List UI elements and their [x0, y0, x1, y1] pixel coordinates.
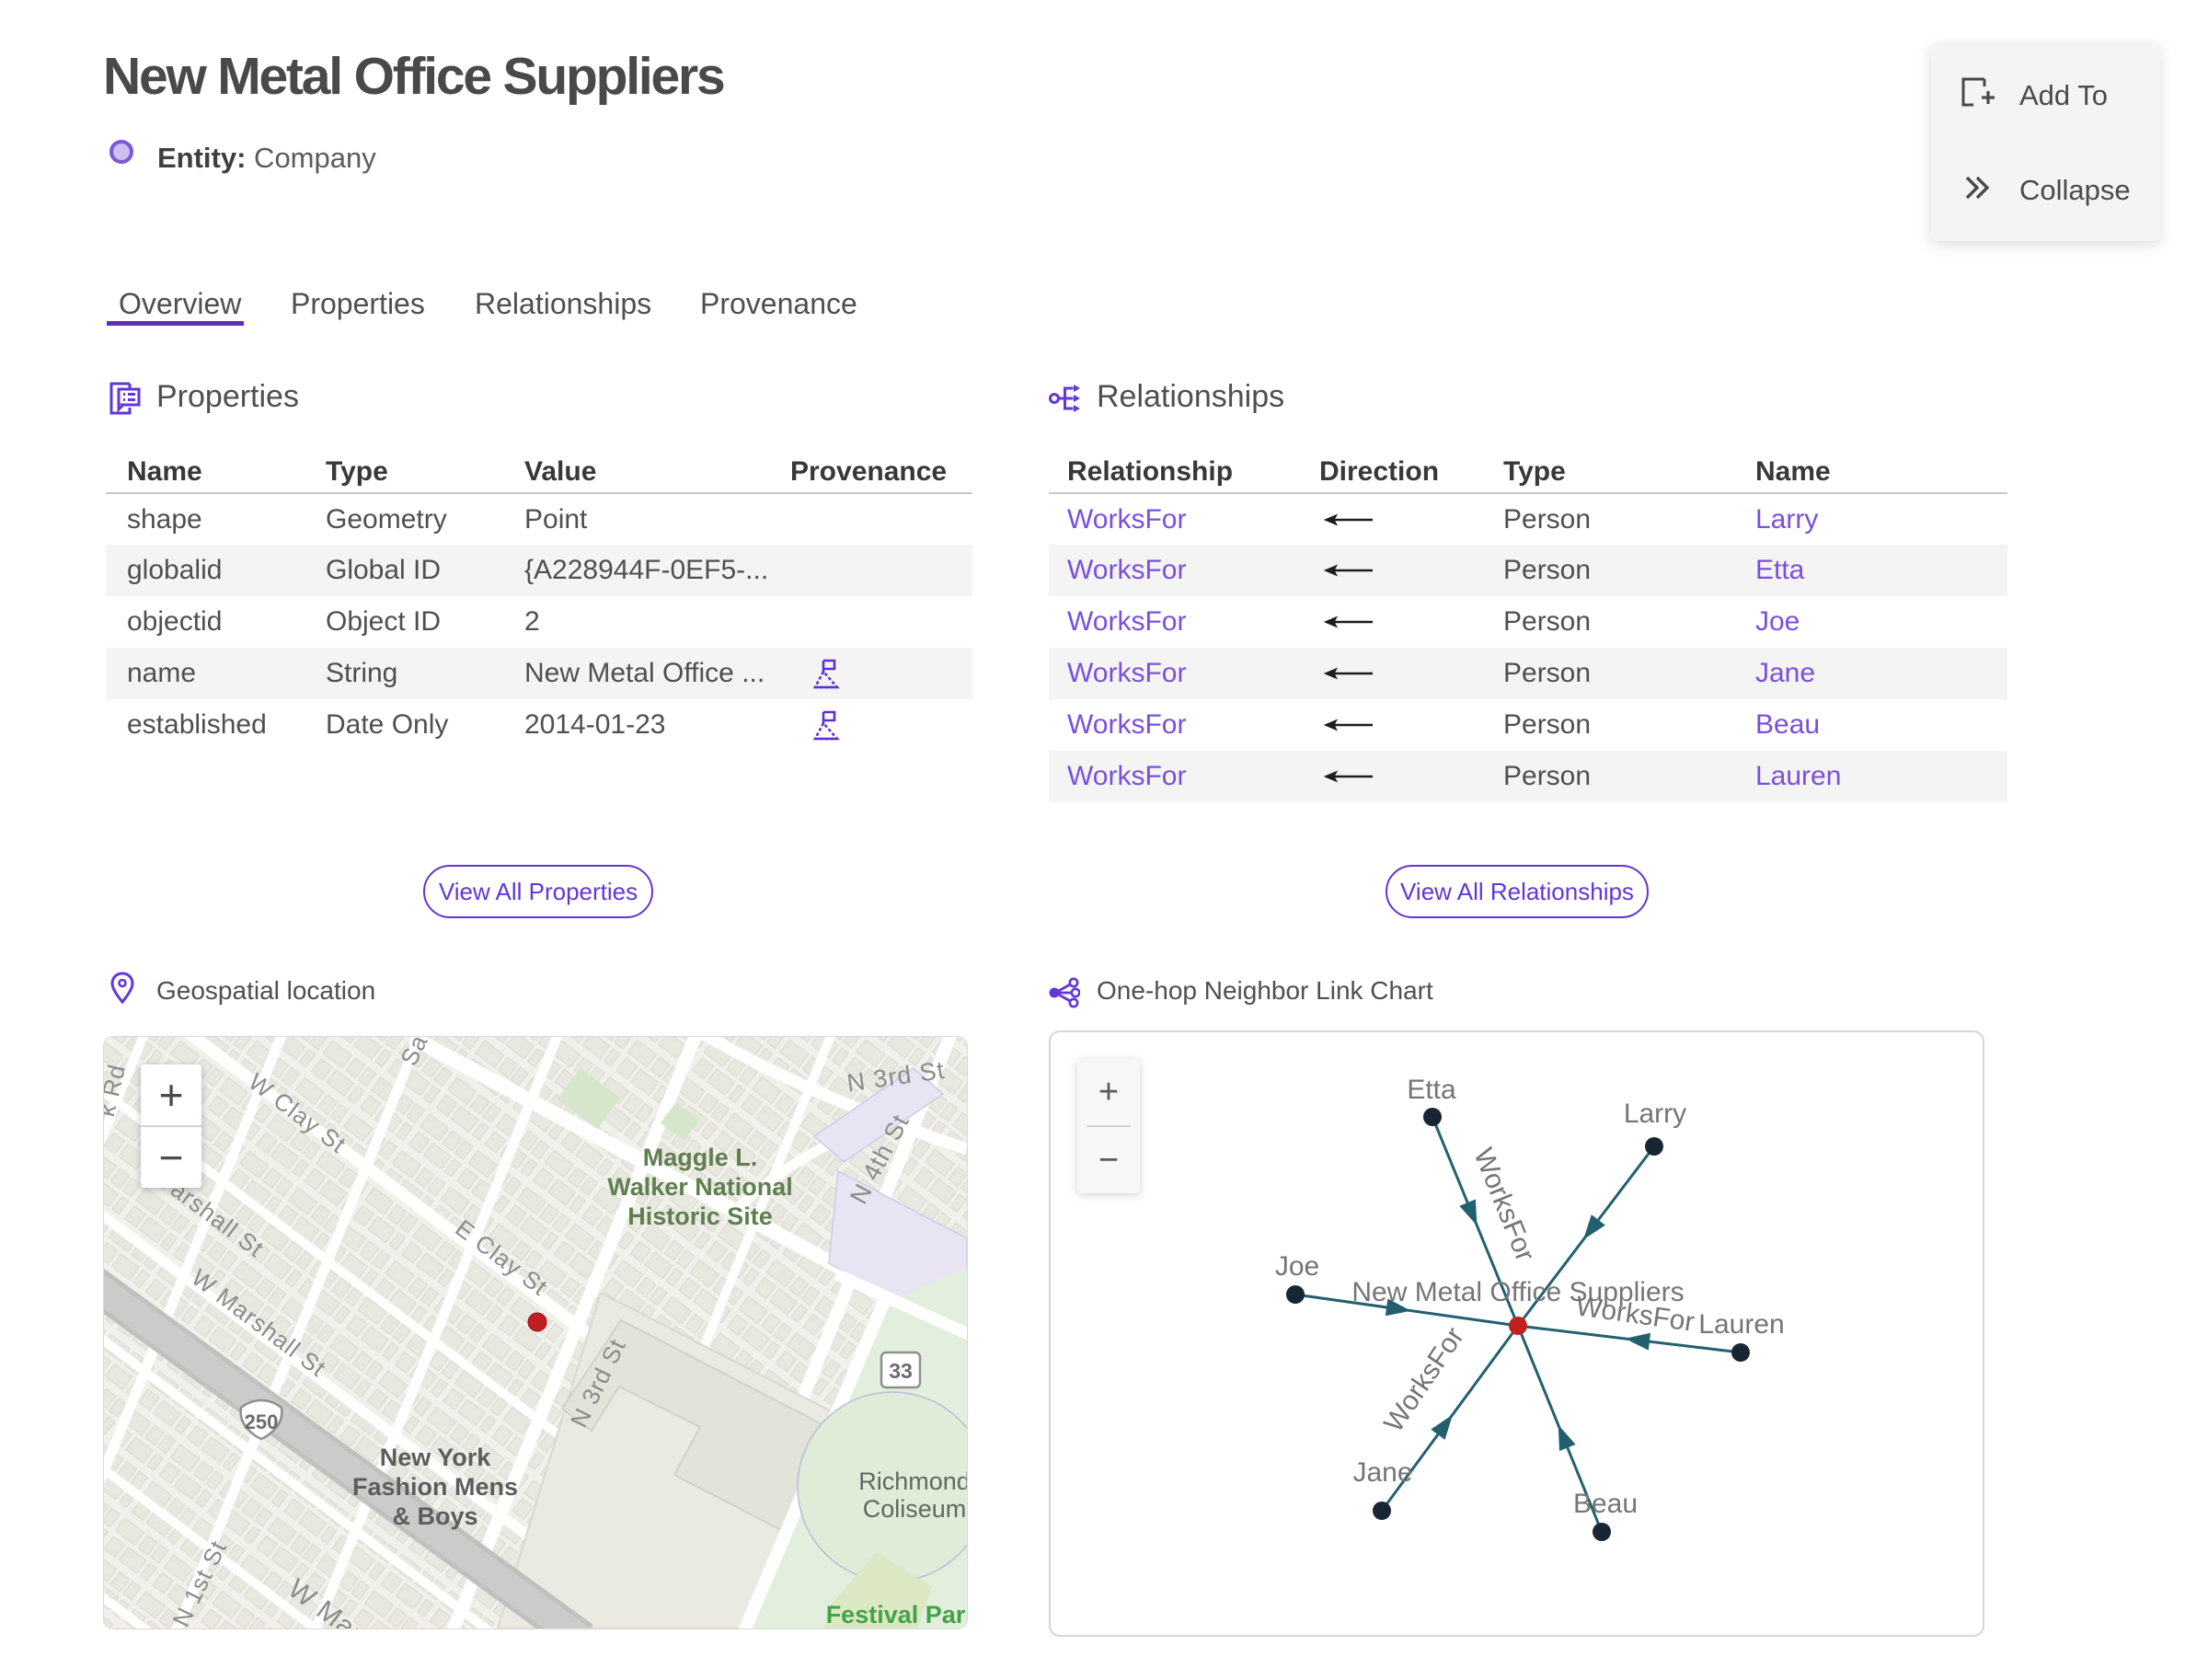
svg-text:250: 250: [245, 1410, 279, 1433]
svg-text:Etta: Etta: [1407, 1075, 1456, 1105]
svg-text:Fashion Mens: Fashion Mens: [352, 1473, 518, 1501]
svg-text:Coliseum: Coliseum: [863, 1495, 967, 1523]
svg-text:Beau: Beau: [1573, 1489, 1638, 1519]
svg-text:Walker National: Walker National: [607, 1173, 793, 1201]
svg-text:Maggle L.: Maggle L.: [643, 1144, 758, 1171]
svg-text:New York: New York: [380, 1444, 492, 1471]
svg-text:Lauren: Lauren: [1698, 1309, 1784, 1340]
svg-text:WorksFor: WorksFor: [1467, 1144, 1540, 1265]
svg-text:Festival Park: Festival Park: [826, 1601, 967, 1628]
svg-text:Larry: Larry: [1624, 1099, 1686, 1129]
svg-text:Jane: Jane: [1352, 1457, 1412, 1488]
svg-text:Richmond: Richmond: [858, 1467, 967, 1495]
svg-text:& Boys: & Boys: [392, 1502, 477, 1530]
svg-text:WorksFor: WorksFor: [1378, 1322, 1470, 1438]
svg-text:Historic Site: Historic Site: [627, 1202, 773, 1230]
svg-text:33: 33: [889, 1359, 913, 1383]
svg-text:Joe: Joe: [1275, 1251, 1319, 1282]
